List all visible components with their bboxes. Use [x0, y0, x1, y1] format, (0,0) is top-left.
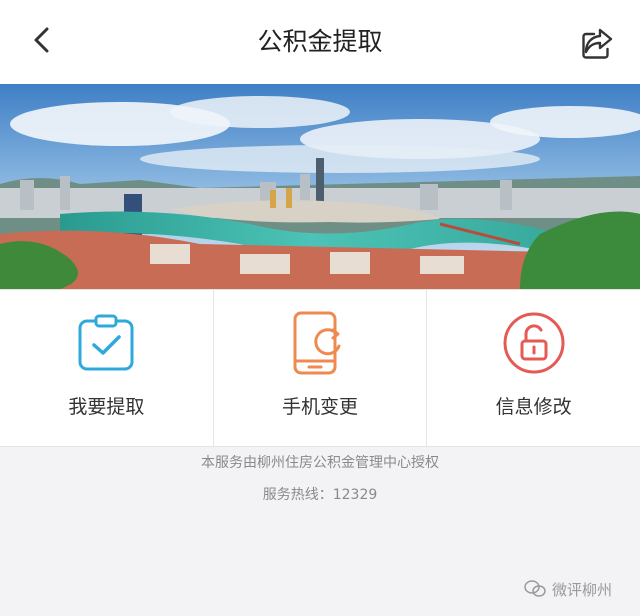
watermark: 微评柳州 [524, 576, 634, 602]
tile-phone-change-label: 手机变更 [282, 396, 359, 418]
wechat-icon [524, 580, 546, 597]
phone-refresh-icon [287, 310, 353, 376]
share-icon [582, 28, 613, 59]
tile-phone-change[interactable]: 手机变更 [214, 290, 428, 446]
authorization-note: 本服务由柳州住房公积金管理中心授权 [201, 455, 439, 471]
tile-withdraw[interactable]: 我要提取 [0, 290, 214, 446]
top-bar: 公积金提取 [0, 0, 640, 84]
clipboard-check-icon [73, 310, 139, 376]
unlock-icon [501, 310, 567, 376]
share-button[interactable] [576, 22, 618, 64]
city-banner-image [0, 84, 640, 289]
service-tiles: 我要提取 手机变更 信息修改 [0, 289, 640, 447]
city-river-photo [0, 84, 640, 289]
service-hotline: 服务热线：12329 [262, 487, 378, 503]
tile-info-edit-label: 信息修改 [495, 396, 572, 418]
page-title: 公积金提取 [257, 27, 383, 56]
back-button[interactable] [22, 20, 62, 60]
chevron-left-icon [34, 27, 49, 53]
tile-withdraw-label: 我要提取 [68, 396, 145, 418]
watermark-text: 微评柳州 [552, 580, 613, 599]
tile-info-edit[interactable]: 信息修改 [427, 290, 640, 446]
